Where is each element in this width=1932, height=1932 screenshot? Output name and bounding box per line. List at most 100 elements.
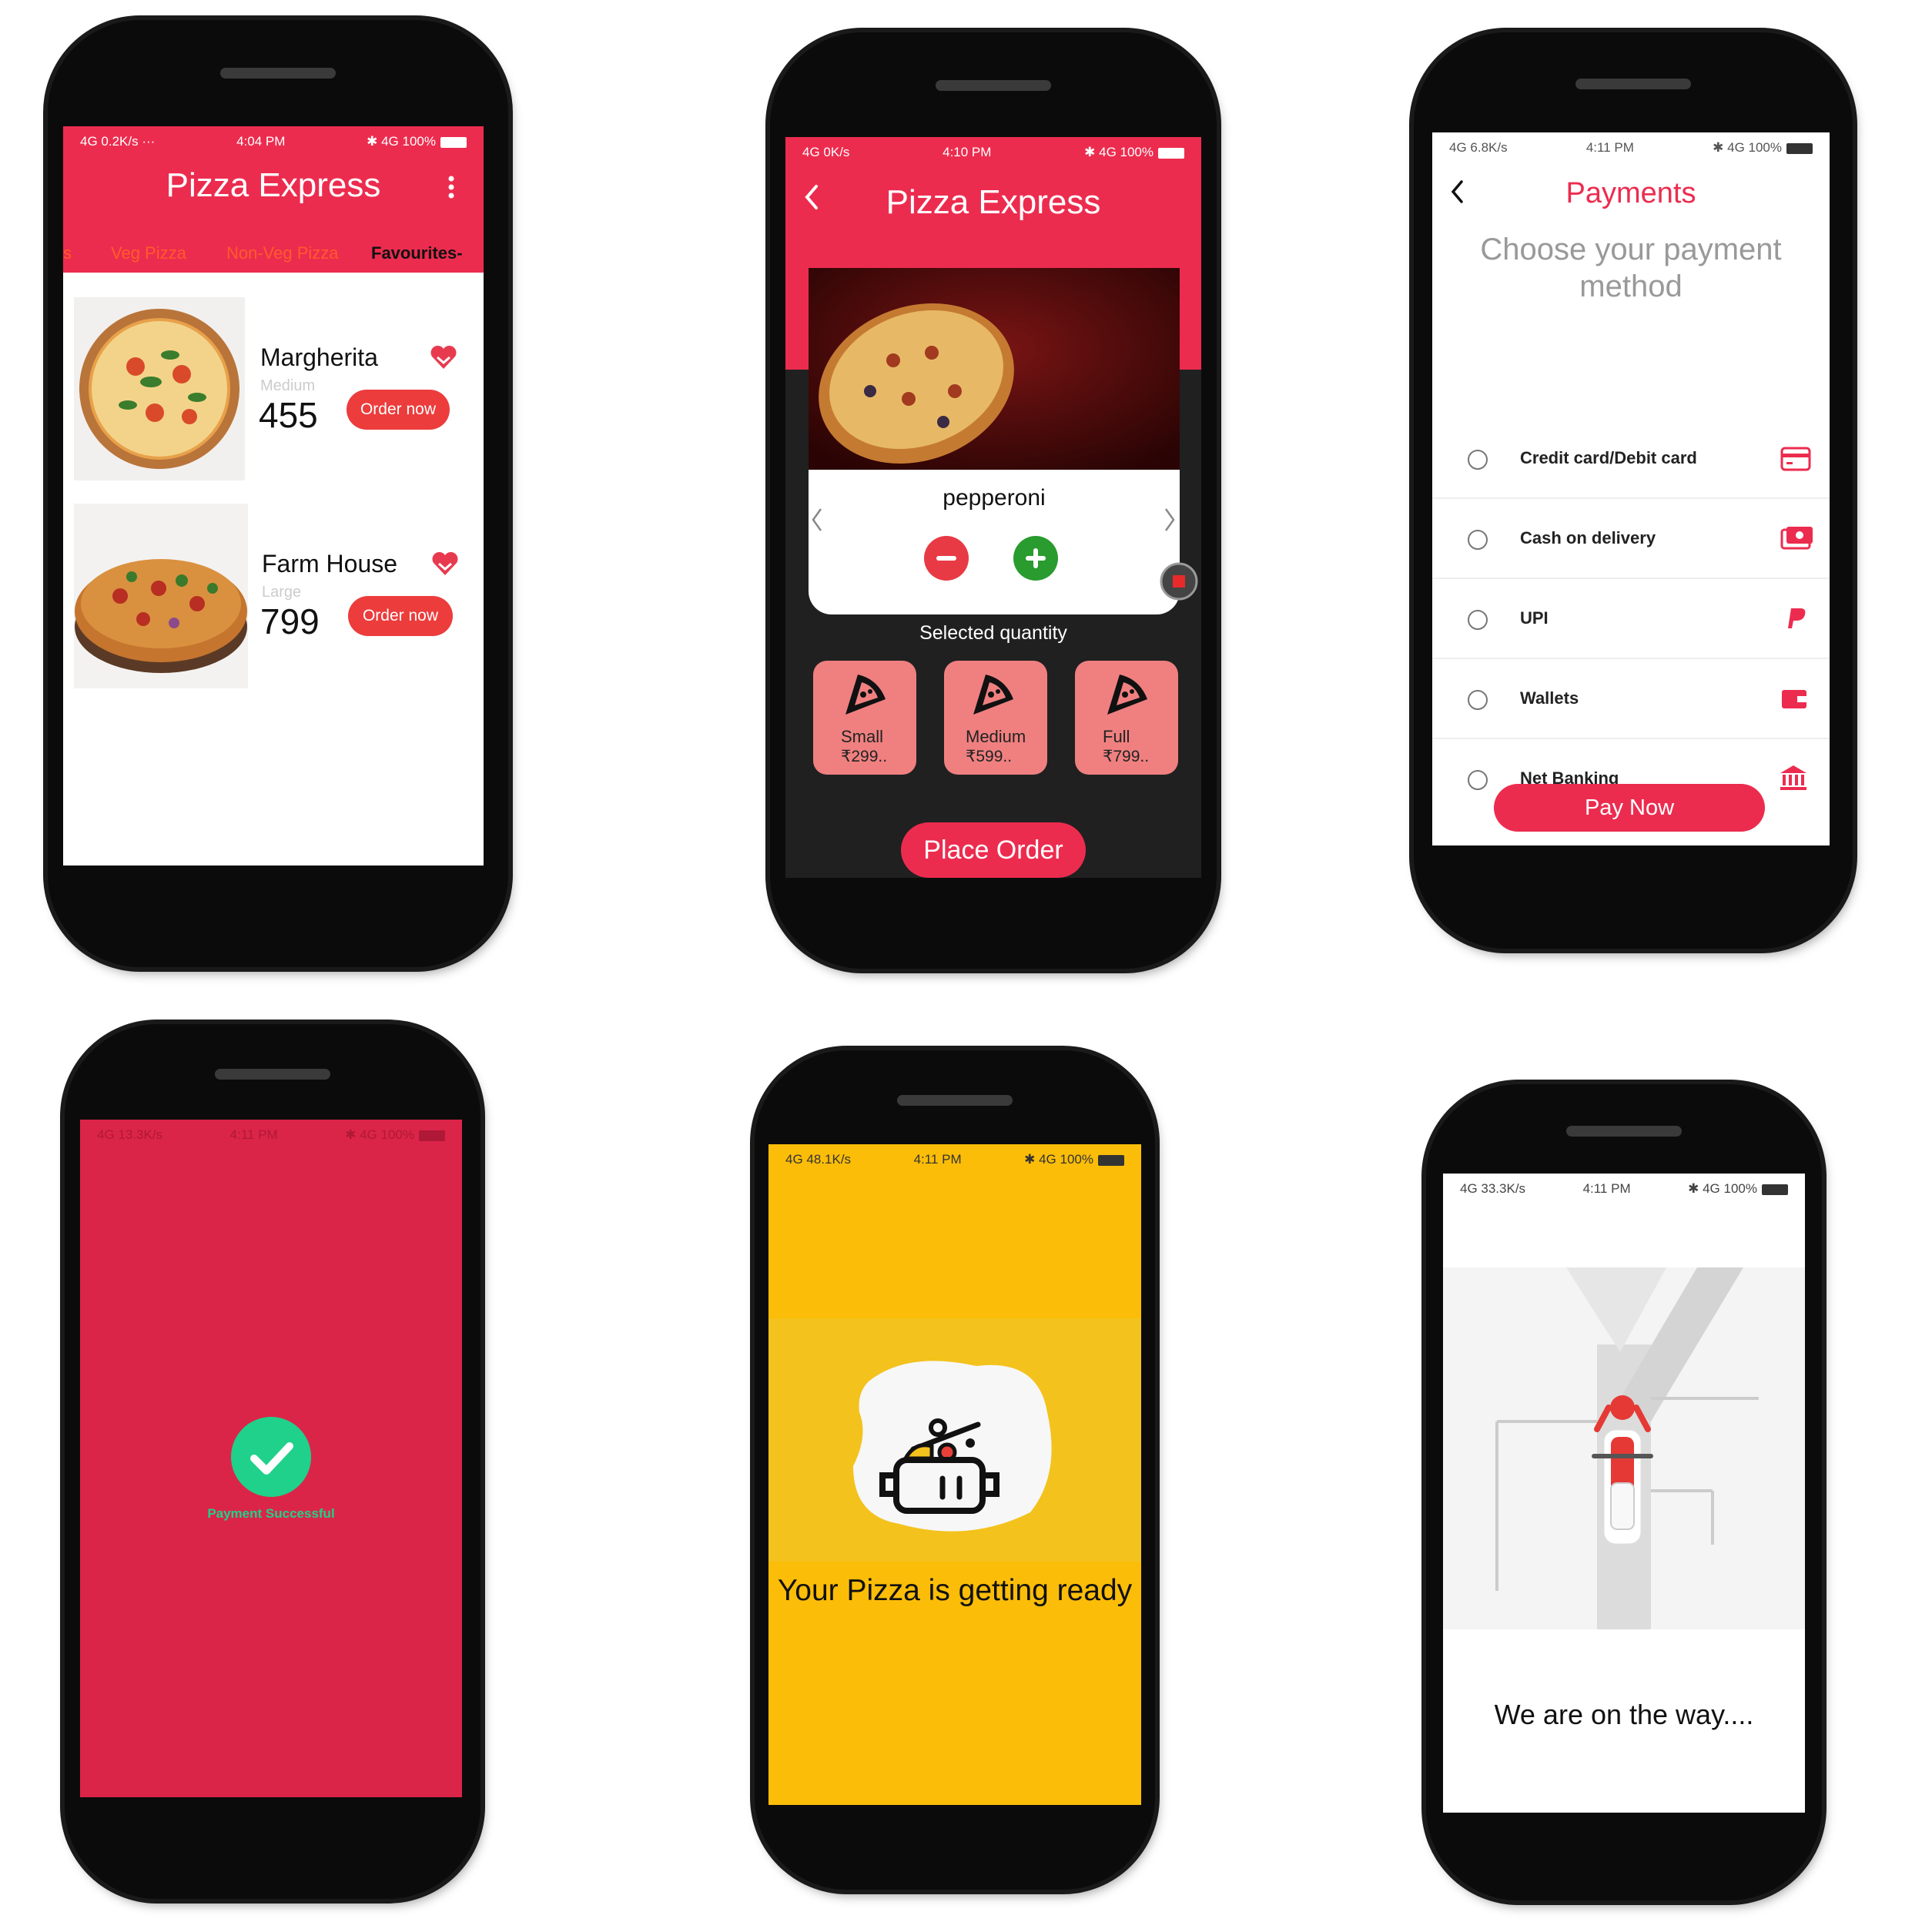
preparing-message: Your Pizza is getting ready (777, 1574, 1133, 1607)
tab-veg-pizza[interactable]: Veg Pizza (111, 243, 186, 263)
status-right: ✱ 4G 100% (1688, 1181, 1757, 1196)
radio-button[interactable] (1468, 450, 1488, 470)
phone-speaker (1566, 1126, 1682, 1137)
size-price: ₹299.. (841, 748, 888, 765)
success-check-icon (231, 1417, 311, 1497)
tab-non-veg-pizza[interactable]: Non-Veg Pizza (226, 243, 339, 263)
order-now-button[interactable]: Order now (348, 596, 453, 636)
upi-icon (1786, 607, 1806, 630)
pay-now-button[interactable]: Pay Now (1494, 784, 1765, 832)
phone-payment-success: 4G 13.3K/s 4:11 PM ✱ 4G 100% Payment Suc… (65, 1024, 480, 1899)
delivery-map-illustration (1443, 1267, 1805, 1629)
battery-icon (1786, 142, 1813, 154)
status-right: ✱ 4G 100% (367, 134, 436, 149)
status-left: 4G 0K/s (802, 145, 850, 159)
phone-speaker (1575, 79, 1691, 89)
phone-preparing: 4G 48.1K/s 4:11 PM ✱ 4G 100% Your Pizza … (755, 1050, 1155, 1890)
success-message: Payment Successful (207, 1506, 335, 1521)
cooking-pot-illustration (845, 1351, 1061, 1535)
status-bar: 4G 13.3K/s 4:11 PM ✱ 4G 100% (80, 1120, 462, 1150)
status-left: 4G 13.3K/s (97, 1127, 163, 1142)
battery-icon (1097, 1154, 1124, 1166)
screen-preparing: 4G 48.1K/s 4:11 PM ✱ 4G 100% Your Pizza … (768, 1144, 1141, 1805)
size-option-medium[interactable]: Medium ₹599.. (944, 661, 1047, 775)
radio-button[interactable] (1468, 770, 1488, 790)
phone-payments: 4G 6.8K/s 4:11 PM ✱ 4G 100% Payments Cho… (1414, 32, 1853, 949)
delivery-message: We are on the way.... (1494, 1699, 1754, 1730)
payment-option-upi[interactable]: UPI (1432, 579, 1830, 659)
status-time: 4:11 PM (1582, 1181, 1631, 1196)
payment-label: Wallets (1520, 688, 1579, 708)
status-right: ✱ 4G 100% (1084, 145, 1154, 159)
size-price: ₹799.. (1103, 748, 1150, 765)
status-right: ✱ 4G 100% (1024, 1152, 1093, 1167)
phone-speaker (897, 1095, 1013, 1106)
payment-option-cash[interactable]: Cash on delivery (1432, 499, 1830, 579)
more-menu-icon[interactable] (444, 174, 459, 200)
payment-option-card[interactable]: Credit card/Debit card (1432, 419, 1830, 499)
status-bar: 4G 0.2K/s ··· 4:04 PM ✱ 4G 100% (63, 126, 484, 157)
status-left: 4G 48.1K/s (785, 1152, 852, 1167)
chevron-right-icon[interactable] (1163, 507, 1177, 533)
status-left: 4G 6.8K/s (1449, 140, 1508, 155)
item-size: Medium (260, 377, 316, 394)
tab-s[interactable]: s (63, 243, 72, 263)
favourite-heart-icon[interactable] (428, 342, 459, 373)
status-bar: 4G 0K/s 4:10 PM ✱ 4G 100% (785, 137, 1201, 168)
record-indicator-icon (1160, 562, 1198, 601)
size-option-full[interactable]: Full ₹799.. (1075, 661, 1178, 775)
pizza-card: pepperoni (809, 268, 1180, 614)
status-time: 4:11 PM (229, 1127, 278, 1142)
screen-delivery: 4G 33.3K/s 4:11 PM ✱ 4G 100% We are on t… (1443, 1174, 1805, 1813)
screen-payment-success: 4G 13.3K/s 4:11 PM ✱ 4G 100% Payment Suc… (80, 1120, 462, 1797)
app-title: Pizza Express (166, 166, 381, 204)
status-time: 4:04 PM (236, 134, 286, 149)
tab-favourites[interactable]: Favourites- (371, 243, 463, 263)
payment-label: Credit card/Debit card (1520, 448, 1697, 467)
increase-quantity-button[interactable] (1013, 536, 1058, 581)
size-name: Small (841, 727, 884, 746)
list-item: Margherita Medium 455 Order now (63, 297, 484, 490)
phone-delivery: 4G 33.3K/s 4:11 PM ✱ 4G 100% We are on t… (1426, 1084, 1822, 1900)
phone-speaker (215, 1069, 330, 1080)
pizza-name: pepperoni (943, 485, 1046, 511)
page-title: Payments (1565, 177, 1696, 209)
item-price: 455 (259, 395, 318, 435)
credit-card-icon (1780, 447, 1811, 471)
list-item: Farm House Large 799 Order now (63, 504, 484, 696)
item-size: Large (262, 584, 302, 601)
status-bar: 4G 33.3K/s 4:11 PM ✱ 4G 100% (1443, 1174, 1805, 1204)
payment-label: UPI (1520, 608, 1549, 628)
place-order-button[interactable]: Place Order (901, 822, 1086, 878)
status-right: ✱ 4G 100% (345, 1127, 414, 1142)
battery-icon (1761, 1184, 1788, 1195)
status-time: 4:10 PM (943, 145, 992, 159)
payment-subtitle: Choose your payment method (1480, 233, 1782, 303)
size-price: ₹599.. (966, 748, 1013, 765)
radio-button[interactable] (1468, 610, 1488, 630)
payment-option-wallets[interactable]: Wallets (1432, 659, 1830, 739)
chevron-left-icon[interactable] (810, 507, 824, 533)
order-now-button[interactable]: Order now (347, 390, 450, 430)
phone-menu: 4G 0.2K/s ··· 4:04 PM ✱ 4G 100% Pizza Ex… (48, 20, 508, 967)
radio-button[interactable] (1468, 530, 1488, 550)
favourite-heart-icon[interactable] (430, 548, 460, 579)
status-time: 4:11 PM (1585, 140, 1634, 155)
radio-button[interactable] (1468, 690, 1488, 710)
screen-payments: 4G 6.8K/s 4:11 PM ✱ 4G 100% Payments Cho… (1432, 132, 1830, 845)
status-bar: 4G 48.1K/s 4:11 PM ✱ 4G 100% (768, 1144, 1141, 1175)
item-name: Farm House (262, 550, 398, 578)
wallet-icon (1780, 687, 1808, 710)
phone-speaker (220, 68, 336, 79)
status-time: 4:11 PM (913, 1152, 962, 1167)
size-name: Medium (966, 727, 1026, 746)
decrease-quantity-button[interactable] (924, 536, 969, 581)
category-tabs: s Veg Pizza Non-Veg Pizza Favourites- (63, 243, 484, 270)
battery-icon (440, 136, 467, 148)
pizza-slice-icon (839, 670, 889, 718)
item-name: Margherita (260, 343, 378, 371)
app-title: Pizza Express (886, 183, 1101, 221)
pizza-slice-icon (1101, 670, 1150, 718)
screen-menu: 4G 0.2K/s ··· 4:04 PM ✱ 4G 100% Pizza Ex… (63, 126, 484, 866)
size-option-small[interactable]: Small ₹299.. (813, 661, 916, 775)
